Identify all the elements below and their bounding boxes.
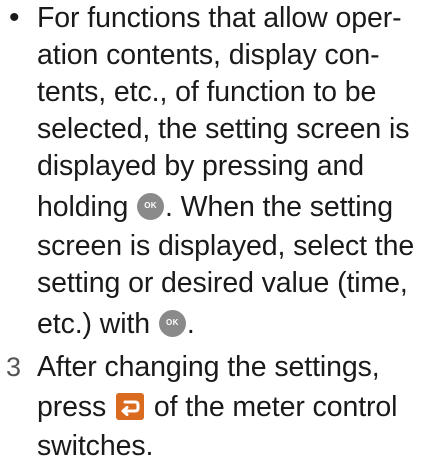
bullet-line-5: displayed by pressing and bbox=[37, 150, 365, 182]
ok-button-icon: OK bbox=[137, 193, 165, 220]
step-line-2: press of the meter control bbox=[37, 389, 398, 425]
manual-page: • For functions that allow oper- ation c… bbox=[0, 0, 430, 465]
back-button-icon bbox=[116, 393, 145, 420]
meter-control-text: of the meter control bbox=[153, 391, 398, 423]
bullet-line-7: screen is displayed, select the bbox=[37, 230, 415, 262]
etc-with-text: etc.) with bbox=[37, 308, 151, 340]
bullet-line-3: tents, etc., of function to be bbox=[37, 76, 377, 108]
step-number: 3 bbox=[6, 352, 22, 382]
bullet-line-9: etc.) with OK. bbox=[37, 306, 195, 342]
ok-icon-label: OK bbox=[166, 318, 179, 327]
press-text: press bbox=[37, 391, 107, 423]
step-line-1: After changing the settings, bbox=[37, 351, 380, 383]
bullet-line-4: selected, the setting screen is bbox=[37, 113, 410, 145]
bullet-line-8: setting or desired value (time, bbox=[37, 267, 408, 299]
ok-button-icon: OK bbox=[158, 310, 186, 337]
period-text: . bbox=[186, 308, 195, 340]
ok-icon-label: OK bbox=[144, 201, 157, 210]
bullet-line-1: For functions that allow oper- bbox=[37, 2, 402, 34]
bullet-marker: • bbox=[9, 1, 20, 34]
holding-text: holding bbox=[37, 191, 129, 223]
when-setting-text: . When the setting bbox=[165, 191, 393, 223]
step-line-3: switches. bbox=[37, 430, 154, 462]
bullet-line-2: ation contents, display con- bbox=[37, 39, 380, 71]
bullet-line-6: holding OK . When the setting bbox=[37, 189, 393, 225]
